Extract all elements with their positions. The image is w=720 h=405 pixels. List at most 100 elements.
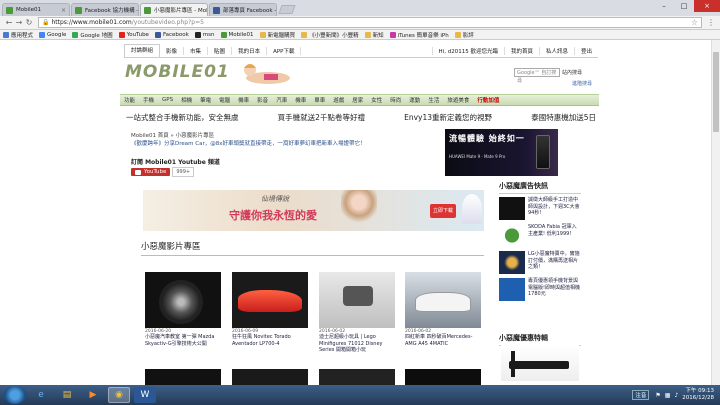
announcement-link[interactable]: 《歡慶跨年》分享Dream Car，@8x好車頭獎就直接帶走，一窩好車夢幻車把新…: [131, 139, 365, 147]
internet-explorer-icon[interactable]: e: [30, 387, 52, 403]
bookmark-item[interactable]: 《小豐新聞》小豐精: [301, 31, 359, 39]
page-scrollbar[interactable]: [711, 40, 720, 385]
video-title[interactable]: 小惡魔汽車教室 第一彈 Mazda Skyactiv-G引擎技術大公開: [145, 334, 221, 347]
category-link[interactable]: 手機: [143, 96, 154, 104]
game-ad-banner[interactable]: 仙境傳說 守護你我永恆的愛 立即下載: [143, 190, 484, 231]
category-link[interactable]: 影音: [257, 96, 268, 104]
ime-indicator[interactable]: 注音: [632, 390, 650, 400]
category-link-mobile-addon[interactable]: 行動加值: [477, 96, 499, 104]
clock[interactable]: 下午 09:13 2016/12/28: [682, 388, 714, 402]
category-link[interactable]: 女性: [371, 96, 382, 104]
browser-menu-icon[interactable]: ⋮: [706, 18, 716, 27]
logout-link[interactable]: 登出: [573, 46, 598, 55]
volume-icon[interactable]: ♪: [674, 392, 678, 399]
tab-market[interactable]: 市集: [184, 46, 209, 55]
sidebar-ad-item[interactable]: LG小惡魔特賣中，實施訂付價，滿購再送相片之類！: [499, 251, 581, 274]
flag-icon[interactable]: ⚑: [655, 392, 660, 399]
word-icon[interactable]: W: [134, 387, 156, 403]
breadcrumb[interactable]: Mobile01 首頁 » 小惡魔影片專區: [131, 131, 214, 139]
category-link[interactable]: 旅遊美食: [447, 96, 469, 104]
start-button[interactable]: [4, 386, 26, 404]
video-card[interactable]: 2016-06-09 狂牛狂風 Novitec Torado Aventador…: [232, 272, 308, 347]
video-title[interactable]: 四紅新車 四秒破百Mercedes-AMG A45 4MATIC: [405, 334, 481, 347]
sidebar-ad-item[interactable]: 專頁優惠領手機背景與電腦版!即時與超值相機1780元: [499, 278, 581, 301]
chrome-icon[interactable]: ◉: [108, 387, 130, 403]
category-link[interactable]: GPS: [162, 97, 173, 103]
site-search-input[interactable]: Google™ 自訂搜尋: [514, 68, 560, 84]
site-search-button[interactable]: 站內搜尋: [562, 69, 582, 76]
bookmark-item[interactable]: YouTube: [118, 31, 149, 38]
network-icon[interactable]: ▦: [665, 392, 671, 399]
character-image: [341, 190, 377, 231]
video-card[interactable]: 2016-06-02 四紅新車 四秒破百Mercedes-AMG A45 4MA…: [405, 272, 481, 347]
video-thumbnail[interactable]: [405, 272, 481, 328]
video-card[interactable]: 2016-06-20 小惡魔汽車教室 第一彈 Mazda Skyactiv-G引…: [145, 272, 221, 347]
category-link[interactable]: 相機: [181, 96, 192, 104]
category-link[interactable]: 居家: [352, 96, 363, 104]
private-messages-link[interactable]: 私人訊息: [538, 46, 574, 55]
sidebar-ad-item[interactable]: 誠徵大師級手工打造中師與設計，下週3C大會94秒!: [499, 197, 581, 220]
minimize-button[interactable]: –: [654, 0, 674, 12]
advanced-search-link[interactable]: 進階搜尋: [572, 80, 592, 87]
category-link[interactable]: 電腦: [219, 96, 230, 104]
video-title[interactable]: 迪士尼超級小玩具 | Lego Minifigures 71012 Disney…: [319, 334, 395, 354]
bookmark-item[interactable]: 新電腦購買: [259, 31, 295, 39]
category-link[interactable]: 功能: [124, 96, 135, 104]
category-link[interactable]: 汽車: [276, 96, 287, 104]
bookmark-item[interactable]: Mobile01: [220, 31, 254, 38]
tab-photos[interactable]: 貼圖: [208, 46, 233, 55]
back-arrow-icon[interactable]: ←: [4, 18, 14, 27]
bookmark-item[interactable]: Google: [39, 31, 66, 38]
my-home-link[interactable]: 我的首頁: [503, 46, 539, 55]
forward-arrow-icon[interactable]: →: [14, 18, 24, 27]
promo-link[interactable]: 一站式整合手機新功能，安全無虞: [126, 112, 239, 123]
bookmark-star-icon[interactable]: ☆: [691, 18, 698, 27]
scrollbar-thumb[interactable]: [713, 52, 719, 132]
bookmark-item[interactable]: 影評: [454, 31, 474, 39]
bookmark-item[interactable]: 應用程式: [3, 31, 33, 39]
speaker-ad-image[interactable]: [501, 345, 579, 381]
close-window-button[interactable]: ×: [694, 0, 720, 12]
bookmark-item[interactable]: 新知: [364, 31, 384, 39]
promo-link[interactable]: Envy13重新定義您的視野: [404, 112, 492, 123]
category-link[interactable]: 單車: [314, 96, 325, 104]
mobile01-logo[interactable]: MOBILE01: [125, 62, 230, 82]
video-thumbnail[interactable]: [319, 272, 395, 328]
tab-japan[interactable]: 我的日本: [232, 46, 268, 55]
file-explorer-icon[interactable]: ▤: [56, 387, 78, 403]
category-link[interactable]: 筆電: [200, 96, 211, 104]
browser-tab[interactable]: Mobile01 ×: [2, 3, 70, 16]
category-link[interactable]: 機車: [295, 96, 306, 104]
video-title[interactable]: 狂牛狂風 Novitec Torado Aventador LP700-4: [232, 334, 308, 347]
url-input[interactable]: 🔒 https://www.mobile01.com/youtubevideo.…: [38, 17, 702, 28]
promo-link[interactable]: 泰國特惠機加送5日: [531, 112, 596, 123]
tab-video[interactable]: 影像: [160, 46, 185, 55]
new-tab-button[interactable]: [278, 5, 296, 14]
close-tab-icon[interactable]: ×: [61, 7, 66, 14]
video-thumbnail[interactable]: [145, 272, 221, 328]
reload-icon[interactable]: ↻: [24, 18, 34, 27]
category-link[interactable]: 時尚: [390, 96, 401, 104]
video-thumbnail[interactable]: [232, 272, 308, 328]
category-link[interactable]: 機車: [238, 96, 249, 104]
bookmark-item[interactable]: iTunes 簡單音樂 iPh: [389, 31, 449, 39]
browser-tab[interactable]: Facebook 協力機構 - Mobi×: [71, 3, 139, 16]
browser-tab[interactable]: 部落專頁 Facebook - 部×: [209, 3, 277, 16]
tab-forums[interactable]: 討論群組: [124, 44, 161, 57]
video-card[interactable]: 2016-06-02 迪士尼超級小玩具 | Lego Minifigures 7…: [319, 272, 395, 354]
category-link[interactable]: 遊戲: [333, 96, 344, 104]
category-link[interactable]: 生活: [428, 96, 439, 104]
sidebar-ad-item[interactable]: SKODA Fabia 冠軍入主產業! 低利1999!: [499, 224, 581, 247]
tab-app-download[interactable]: APP下載: [267, 46, 302, 55]
game-ad-cta-button[interactable]: 立即下載: [430, 204, 456, 218]
bookmark-item[interactable]: Google 地圖: [72, 31, 113, 39]
bookmark-item[interactable]: msn: [194, 31, 215, 38]
promo-link[interactable]: 買手機就送2千點卷等好禮: [278, 112, 365, 123]
category-link[interactable]: 運動: [409, 96, 420, 104]
huawei-ad-banner[interactable]: 流暢體驗 始終如一 HUAWEI Mate 9 · Mate 9 Pro: [445, 129, 558, 176]
bookmark-item[interactable]: Facebook: [154, 31, 189, 38]
maximize-button[interactable]: □: [674, 0, 694, 12]
browser-tab-active[interactable]: 小惡魔影片專區 - Mobi×: [140, 3, 208, 16]
youtube-subscribe-button[interactable]: YouTube: [131, 168, 171, 176]
media-player-icon[interactable]: ▶: [82, 387, 104, 403]
